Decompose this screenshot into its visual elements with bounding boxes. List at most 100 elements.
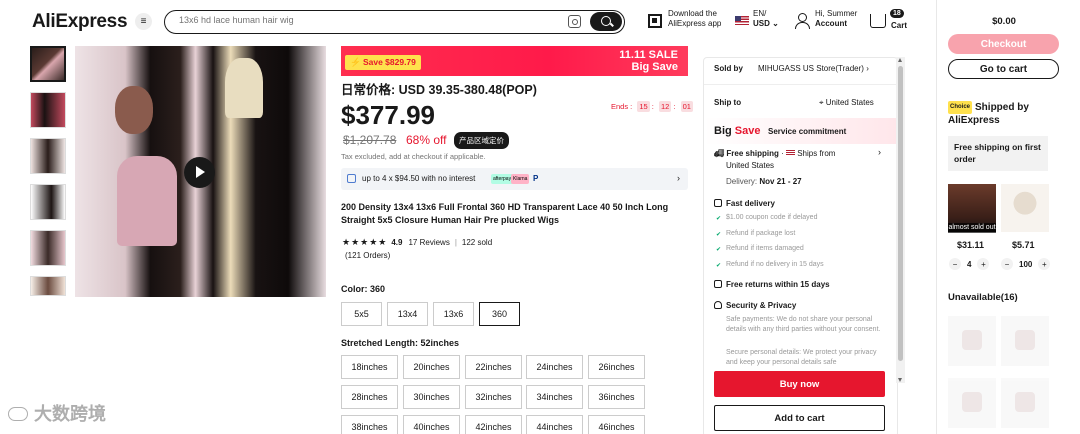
color-option[interactable]: 13x6	[433, 302, 474, 326]
length-option[interactable]: 44inches	[526, 415, 583, 434]
cart-count-badge: 18	[890, 9, 904, 18]
installment-text: up to 4 x $94.50 with no interest	[362, 174, 476, 183]
quantity-value[interactable]: 4	[967, 260, 971, 269]
account-menu[interactable]: Hi, Summer Account	[815, 9, 857, 29]
length-option[interactable]: 34inches	[526, 385, 583, 409]
language-currency-selector[interactable]: EN/ USD ⌄	[753, 9, 779, 29]
search-button[interactable]	[590, 12, 622, 31]
free-returns-label: Free returns within 15 days	[726, 280, 830, 289]
truck-icon: 🚚︎	[714, 149, 725, 158]
store-link[interactable]: MIHUGASS US Store(Trader) ›	[758, 64, 869, 73]
cart-icon[interactable]	[870, 14, 886, 28]
cart-label[interactable]: Cart	[891, 21, 907, 31]
thumbnail[interactable]	[30, 92, 66, 128]
sold-by-label: Sold by	[714, 64, 743, 73]
us-flag-icon	[735, 16, 749, 25]
discount-percent: 68% off	[406, 133, 447, 147]
color-option[interactable]: 5x5	[341, 302, 382, 326]
ship-to-label: Ship to	[714, 98, 742, 107]
us-flag-small-icon	[785, 150, 795, 156]
download-line2: AliExpress app	[668, 19, 722, 28]
aliexpress-logo[interactable]: AliExpress	[32, 11, 128, 33]
unavailable-item-image[interactable]	[948, 378, 996, 428]
checkout-button[interactable]: Checkout	[948, 34, 1059, 54]
length-option[interactable]: 30inches	[403, 385, 460, 409]
play-video-icon[interactable]	[184, 157, 215, 188]
scroll-up-icon[interactable]	[898, 58, 902, 62]
ship-to-selector[interactable]: ⌖ United States	[819, 98, 874, 108]
big-save-title: Big Save	[714, 125, 761, 137]
increase-button[interactable]: +	[1038, 258, 1051, 270]
decrease-button[interactable]: −	[1001, 258, 1013, 270]
chevron-right-icon[interactable]: ›	[878, 147, 881, 157]
length-option[interactable]: 20inches	[403, 355, 460, 379]
length-option[interactable]: 26inches	[588, 355, 645, 379]
greeting: Hi, Summer	[815, 9, 858, 18]
download-line1: Download the	[668, 9, 717, 18]
add-to-cart-button[interactable]: Add to cart	[714, 405, 885, 431]
menu-icon[interactable]: ≡	[135, 13, 152, 30]
thumbnail[interactable]	[30, 46, 66, 82]
unavailable-item-image[interactable]	[948, 316, 996, 366]
go-to-cart-button[interactable]: Go to cart	[948, 59, 1059, 79]
main-product-image[interactable]	[75, 46, 326, 297]
model-face	[115, 86, 153, 134]
cart-item-image[interactable]	[1001, 184, 1049, 232]
length-option[interactable]: 18inches	[341, 355, 398, 379]
cart-sidebar: $0.00 Checkout Go to cart Choice Shipped …	[936, 0, 1080, 434]
length-option[interactable]: 38inches	[341, 415, 398, 434]
fast-delivery-item: Refund if package lost	[716, 230, 795, 238]
thumbnail[interactable]	[30, 184, 66, 220]
watermark-logo-icon	[8, 407, 28, 421]
length-option[interactable]: 32inches	[465, 385, 522, 409]
thumbnail[interactable]	[30, 230, 66, 266]
qr-code-icon[interactable]	[648, 14, 662, 28]
save-amount-badge: ⚡ Save $829.79	[345, 55, 421, 70]
length-option[interactable]: 46inches	[588, 415, 645, 434]
panel-scrollbar[interactable]	[896, 57, 905, 383]
ships-from-country: United States	[726, 161, 775, 170]
length-option[interactable]: 22inches	[465, 355, 522, 379]
fast-delivery-item: Refund if items damaged	[716, 245, 804, 253]
sale-title: 11.11 SALE Big Save	[619, 49, 678, 73]
security-label: Security & Privacy	[726, 301, 797, 310]
big-word: Big	[714, 125, 732, 137]
length-option[interactable]: 36inches	[588, 385, 645, 409]
color-option-selected[interactable]: 360	[479, 302, 520, 326]
reviews-link[interactable]: 17 Reviews	[408, 238, 449, 247]
installment-bar[interactable]: up to 4 x $94.50 with no interest afterp…	[341, 168, 688, 190]
fast-delivery-item: Refund if no delivery in 15 days	[716, 261, 824, 269]
quantity-value[interactable]: 100	[1019, 260, 1032, 269]
account-label: Account	[815, 19, 847, 28]
thumbnail[interactable]	[30, 138, 66, 174]
scroll-down-icon[interactable]	[898, 378, 902, 382]
camera-search-icon[interactable]	[568, 15, 581, 28]
free-shipping-section[interactable]: 🚚︎ Free shipping · Ships from	[714, 149, 835, 158]
download-app-link[interactable]: Download the AliExpress app	[668, 9, 721, 29]
chevron-right-icon: ›	[677, 173, 680, 183]
language-label: EN/	[753, 9, 767, 18]
color-option[interactable]: 13x4	[387, 302, 428, 326]
length-option[interactable]: 42inches	[465, 415, 522, 434]
length-option[interactable]: 28inches	[341, 385, 398, 409]
ships-from: · Ships from	[781, 149, 836, 158]
thumbnail[interactable]	[30, 276, 66, 296]
decrease-button[interactable]: −	[949, 258, 961, 270]
unavailable-item-image[interactable]	[1001, 316, 1049, 366]
sale-line1: 11.11 SALE	[619, 49, 678, 61]
user-icon[interactable]	[795, 13, 810, 29]
region-pricing-tag: 产品区域定价	[454, 132, 509, 149]
current-price: $377.99	[341, 100, 435, 130]
search-input[interactable]	[179, 15, 539, 25]
quantity-stepper: −100 +	[1001, 258, 1051, 270]
fast-delivery-item: $1.00 coupon code if delayed	[716, 214, 818, 222]
buy-now-button[interactable]: Buy now	[714, 371, 885, 397]
increase-button[interactable]: +	[977, 258, 990, 270]
countdown-hours: 15	[637, 101, 650, 112]
length-option[interactable]: 24inches	[526, 355, 583, 379]
choice-section-title: Choice Shipped by AliExpress	[948, 101, 1068, 127]
chevron-right-icon: ›	[866, 64, 869, 73]
unavailable-item-image[interactable]	[1001, 378, 1049, 428]
length-option[interactable]: 40inches	[403, 415, 460, 434]
scroll-thumb[interactable]	[898, 66, 903, 361]
